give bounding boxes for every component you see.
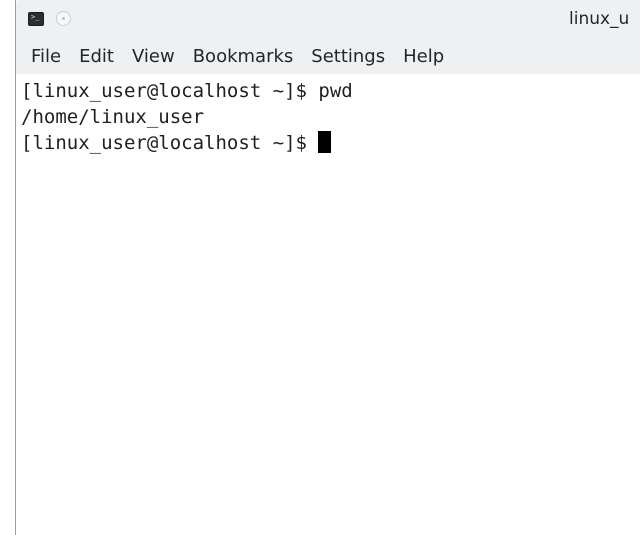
menu-help[interactable]: Help: [393, 46, 452, 67]
terminal-line: /home/linux_user: [21, 106, 205, 128]
menu-bookmarks[interactable]: Bookmarks: [183, 46, 302, 67]
menu-edit[interactable]: Edit: [69, 46, 122, 67]
terminal-line: [linux_user@localhost ~]$ pwd: [21, 80, 353, 102]
text-cursor: [318, 131, 332, 153]
terminal-window: >_ linux_u File Edit View Bookmarks Sett…: [15, 0, 640, 535]
menu-bar: File Edit View Bookmarks Settings Help: [16, 38, 640, 74]
terminal-output[interactable]: [linux_user@localhost ~]$ pwd /home/linu…: [16, 74, 640, 535]
terminal-prompt: [linux_user@localhost ~]$: [21, 132, 319, 154]
terminal-prompt-line[interactable]: [linux_user@localhost ~]$: [21, 130, 640, 156]
title-bar[interactable]: >_ linux_u: [16, 0, 640, 38]
menu-view[interactable]: View: [122, 46, 183, 67]
minimize-icon[interactable]: [56, 11, 71, 26]
window-title: linux_u: [569, 9, 630, 29]
menu-settings[interactable]: Settings: [301, 46, 393, 67]
terminal-icon-glyph: >_: [31, 13, 40, 21]
menu-file[interactable]: File: [16, 46, 69, 67]
terminal-icon[interactable]: >_: [28, 12, 44, 26]
